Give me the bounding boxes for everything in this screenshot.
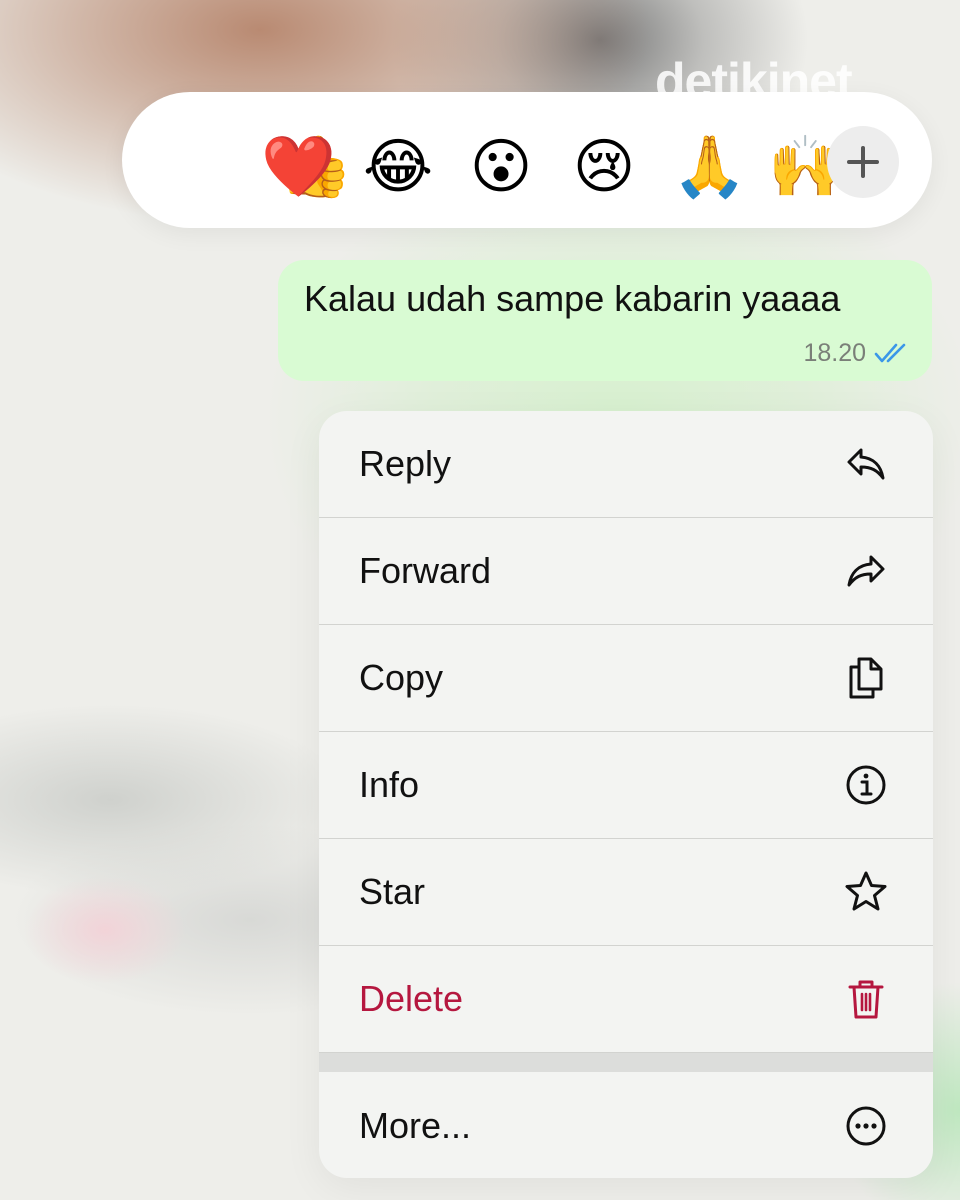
menu-item-label: More... (359, 1104, 472, 1146)
forward-icon (847, 555, 885, 587)
message-context-menu: Reply Forward Copy Info Star Delete More… (319, 411, 933, 1178)
reaction-bar: 👍 ❤️ 😂 😮 😢 🙏 🙌 (122, 92, 932, 228)
message-time: 18.20 (803, 338, 866, 367)
more-icon (846, 1106, 886, 1145)
menu-item-reply[interactable]: Reply (319, 411, 933, 518)
menu-item-copy[interactable]: Copy (319, 625, 933, 732)
menu-item-forward[interactable]: Forward (319, 518, 933, 625)
menu-item-label: Forward (359, 550, 492, 591)
reply-icon (847, 448, 885, 480)
menu-item-label: Copy (359, 657, 444, 698)
reaction-crying[interactable]: 😢 (569, 132, 639, 202)
menu-item-star[interactable]: Star (319, 839, 933, 946)
menu-item-label: Delete (359, 978, 464, 1019)
plus-icon (847, 146, 879, 178)
add-reaction-button[interactable] (827, 126, 899, 198)
menu-item-label: Info (359, 764, 420, 805)
reaction-surprised[interactable]: 😮 (466, 132, 536, 202)
message-bubble[interactable]: Kalau udah sampe kabarin yaaaa 18.20 (278, 260, 932, 381)
menu-item-delete[interactable]: Delete (319, 946, 933, 1053)
reaction-folded-hands[interactable]: 🙏 (672, 132, 747, 202)
reaction-tears-of-joy[interactable]: 😂 (363, 132, 433, 202)
double-check-read-icon (874, 343, 906, 363)
menu-item-info[interactable]: Info (319, 732, 933, 839)
star-icon (845, 871, 887, 911)
message-text: Kalau udah sampe kabarin yaaaa (304, 278, 841, 319)
copy-icon (849, 657, 883, 699)
menu-separator (319, 1053, 933, 1072)
info-icon (846, 765, 886, 805)
reaction-red-heart[interactable]: ❤️ (261, 132, 336, 202)
menu-item-label: Reply (359, 443, 452, 484)
trash-icon (848, 980, 884, 1019)
menu-item-more[interactable]: More... (319, 1072, 933, 1178)
menu-item-label: Star (359, 871, 426, 912)
message-meta: 18.20 (803, 338, 908, 368)
